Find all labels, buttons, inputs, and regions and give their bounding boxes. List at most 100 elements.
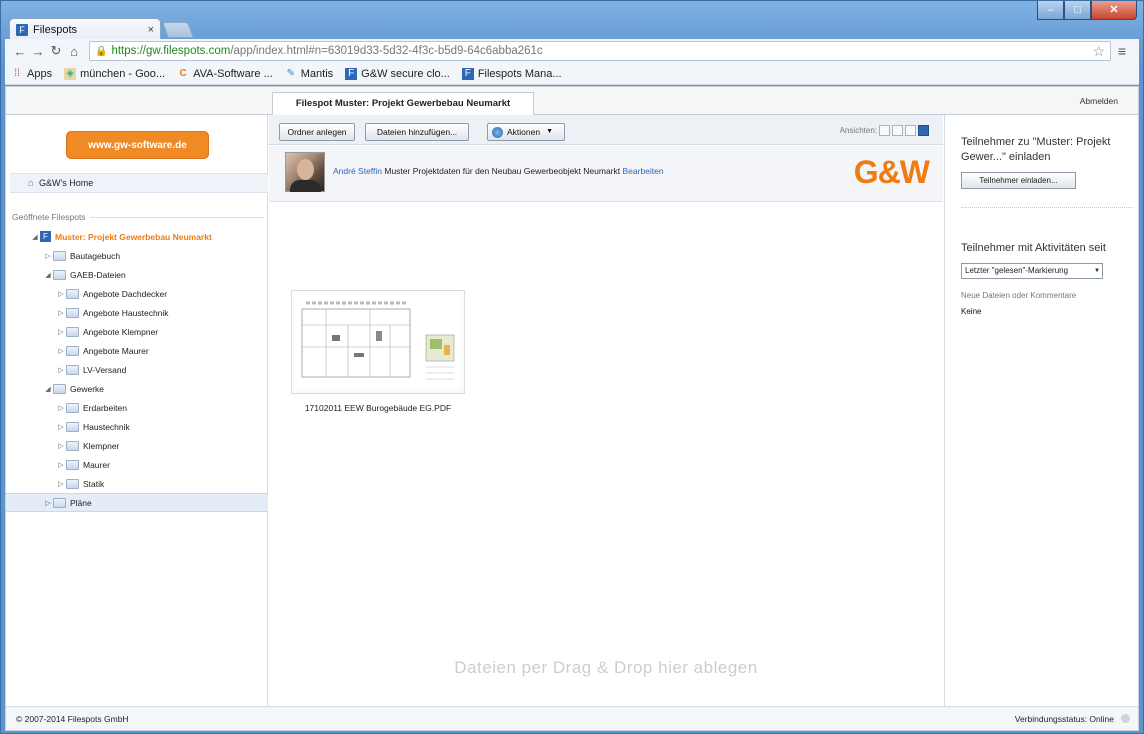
lock-icon: 🔒 — [95, 45, 108, 57]
view-compact-icon[interactable] — [905, 125, 916, 136]
collapsed-arrow-icon[interactable]: ▷ — [56, 347, 66, 355]
tree-node[interactable]: ▷ Erdarbeiten — [6, 398, 268, 417]
folder-icon — [53, 383, 66, 394]
url-path: /app/index.html#n=63019d33-5d32-4f3c-b5d… — [230, 45, 543, 57]
collapsed-arrow-icon[interactable]: ▷ — [56, 423, 66, 431]
view-details-icon[interactable] — [892, 125, 903, 136]
chevron-down-icon: ▼ — [1094, 268, 1100, 274]
add-files-button[interactable]: Dateien hinzufügen... — [365, 123, 469, 141]
logout-link[interactable]: Abmelden — [1080, 96, 1118, 106]
collapsed-arrow-icon[interactable]: ▷ — [56, 404, 66, 412]
folder-icon — [66, 364, 79, 375]
collapsed-arrow-icon[interactable]: ▷ — [56, 290, 66, 298]
tree-node[interactable]: ◢ Gewerke — [6, 379, 268, 398]
filespots-icon: F — [345, 67, 358, 80]
bookmark-filespots-manager[interactable]: F Filespots Mana... — [461, 67, 562, 80]
app-tab-bar: Filespot Muster: Projekt Gewerbebau Neum… — [6, 87, 1138, 116]
folder-icon — [66, 288, 79, 299]
bookmark-label: Filespots Mana... — [477, 67, 562, 80]
tree-node[interactable]: ▷ Angebote Dachdecker — [6, 284, 268, 303]
tree-node-label: Angebote Dachdecker — [83, 288, 168, 299]
tree-node[interactable]: ◢ GAEB-Dateien — [6, 265, 268, 284]
home-icon[interactable]: ⌂ — [65, 44, 83, 59]
maximize-icon[interactable]: □ — [1064, 1, 1091, 20]
minimize-icon[interactable]: – — [1037, 1, 1064, 20]
tree-node[interactable]: ▷ Bautagebuch — [6, 246, 268, 265]
forward-icon[interactable]: → — [29, 44, 47, 59]
browser-toolbar: ← → ↻ ⌂ 🔒 https://gw.filespots.com /app/… — [5, 39, 1139, 63]
collapsed-arrow-icon[interactable]: ▷ — [43, 499, 53, 507]
collapsed-arrow-icon[interactable]: ▷ — [56, 461, 66, 469]
activity-select-value: Letzter "gelesen"-Markierung — [965, 266, 1069, 275]
collapsed-arrow-icon[interactable]: ▷ — [56, 328, 66, 336]
tree-node[interactable]: ▷ Angebote Haustechnik — [6, 303, 268, 322]
actions-button[interactable]: Aktionen ▼ — [487, 123, 565, 141]
filespots-favicon-icon: F — [16, 23, 28, 36]
collapsed-arrow-icon[interactable]: ▷ — [56, 480, 66, 488]
description-text: Muster Projektdaten für den Neubau Gewer… — [382, 166, 623, 176]
bookmark-label: G&W secure clo... — [361, 67, 450, 80]
close-window-icon[interactable]: ✕ — [1091, 1, 1137, 20]
browser-menu-icon[interactable]: ≡ — [1111, 43, 1133, 59]
folder-icon — [66, 459, 79, 470]
tree-node[interactable]: ▷ Maurer — [6, 455, 268, 474]
bookmark-star-icon[interactable]: ☆ — [1092, 43, 1105, 60]
gw-logo: G&W — [853, 154, 930, 190]
back-icon[interactable]: ← — [11, 44, 29, 59]
website-button[interactable]: www.gw-software.de — [66, 131, 209, 159]
tree-node[interactable]: ▷ Klempner — [6, 436, 268, 455]
folder-icon — [66, 402, 79, 413]
bookmark-mantis[interactable]: ✎ Mantis — [285, 68, 334, 80]
folder-icon — [53, 250, 66, 261]
browser-tab[interactable]: F Filespots × — [9, 18, 161, 40]
expanded-arrow-icon[interactable]: ◢ — [43, 271, 53, 279]
collapsed-arrow-icon[interactable]: ▷ — [56, 366, 66, 374]
bookmark-apps[interactable]: ⁞⁞ Apps — [11, 68, 52, 80]
tree-node-label: Angebote Haustechnik — [83, 307, 169, 318]
reload-icon[interactable]: ↻ — [47, 43, 65, 59]
bookmark-ava[interactable]: C AVA-Software ... — [177, 68, 272, 80]
tree-node[interactable]: ▷ Angebote Maurer — [6, 341, 268, 360]
main-content: Ordner anlegen Dateien hinzufügen... Akt… — [269, 115, 943, 706]
expanded-arrow-icon[interactable]: ◢ — [30, 233, 40, 241]
tab-filespot[interactable]: Filespot Muster: Projekt Gewerbebau Neum… — [272, 92, 534, 116]
folder-tree: ◢ F Muster: Projekt Gewerbebau Neumarkt ▷ Ba… — [6, 227, 268, 512]
tree-node-label: Haustechnik — [83, 421, 130, 432]
collapsed-arrow-icon[interactable]: ▷ — [43, 252, 53, 260]
tab-close-icon[interactable]: × — [148, 24, 154, 36]
drop-zone[interactable]: Dateien per Drag & Drop hier ablegen — [269, 658, 943, 678]
edit-link[interactable]: Bearbeiten — [623, 166, 664, 176]
sidebar-item-home[interactable]: ⌂ G&W's Home — [10, 173, 268, 193]
chevron-down-icon: ▼ — [546, 128, 554, 135]
folder-icon — [66, 345, 79, 356]
new-files-value: Keine — [961, 307, 982, 316]
view-list-icon[interactable] — [879, 125, 890, 136]
section-label-text: Geöffnete Filespots — [12, 212, 86, 222]
tree-node[interactable]: ▷ Statik — [6, 474, 268, 493]
view-thumbnails-icon[interactable] — [918, 125, 929, 136]
activity-since-select[interactable]: Letzter "gelesen"-Markierung ▼ — [961, 263, 1103, 279]
tree-node[interactable]: ◢ F Muster: Projekt Gewerbebau Neumarkt — [6, 227, 268, 246]
tree-node[interactable]: ▷ Pläne — [6, 493, 268, 512]
bookmark-maps[interactable]: ◈ münchen - Goo... — [64, 67, 165, 80]
address-bar[interactable]: 🔒 https://gw.filespots.com /app/index.ht… — [89, 41, 1111, 61]
action-bar: Ordner anlegen Dateien hinzufügen... Akt… — [269, 115, 943, 145]
tree-node[interactable]: ▷ LV-Versand — [6, 360, 268, 379]
file-name[interactable]: 17102011 EEW Burogebäude EG.PDF — [291, 403, 465, 413]
file-thumbnail[interactable] — [291, 290, 465, 394]
filespots-icon: F — [461, 67, 474, 80]
collapsed-arrow-icon[interactable]: ▷ — [56, 309, 66, 317]
tree-node[interactable]: ▷ Haustechnik — [6, 417, 268, 436]
invite-title: Teilnehmer zu "Muster: Projekt Gewer..."… — [961, 136, 1111, 163]
tab-title: Filespots — [33, 23, 78, 36]
tree-node-label: LV-Versand — [83, 364, 127, 375]
new-folder-button[interactable]: Ordner anlegen — [279, 123, 355, 141]
tree-node[interactable]: ▷ Angebote Klempner — [6, 322, 268, 341]
collapsed-arrow-icon[interactable]: ▷ — [56, 442, 66, 450]
owner-link[interactable]: André Steffin — [333, 166, 382, 176]
title-bar: F Filespots × – □ ✕ — [1, 1, 1143, 41]
bookmark-gw-secure[interactable]: F G&W secure clo... — [345, 67, 450, 80]
new-tab-button[interactable] — [162, 22, 194, 38]
expanded-arrow-icon[interactable]: ◢ — [43, 385, 53, 393]
invite-button[interactable]: Teilnehmer einladen... — [961, 172, 1076, 189]
